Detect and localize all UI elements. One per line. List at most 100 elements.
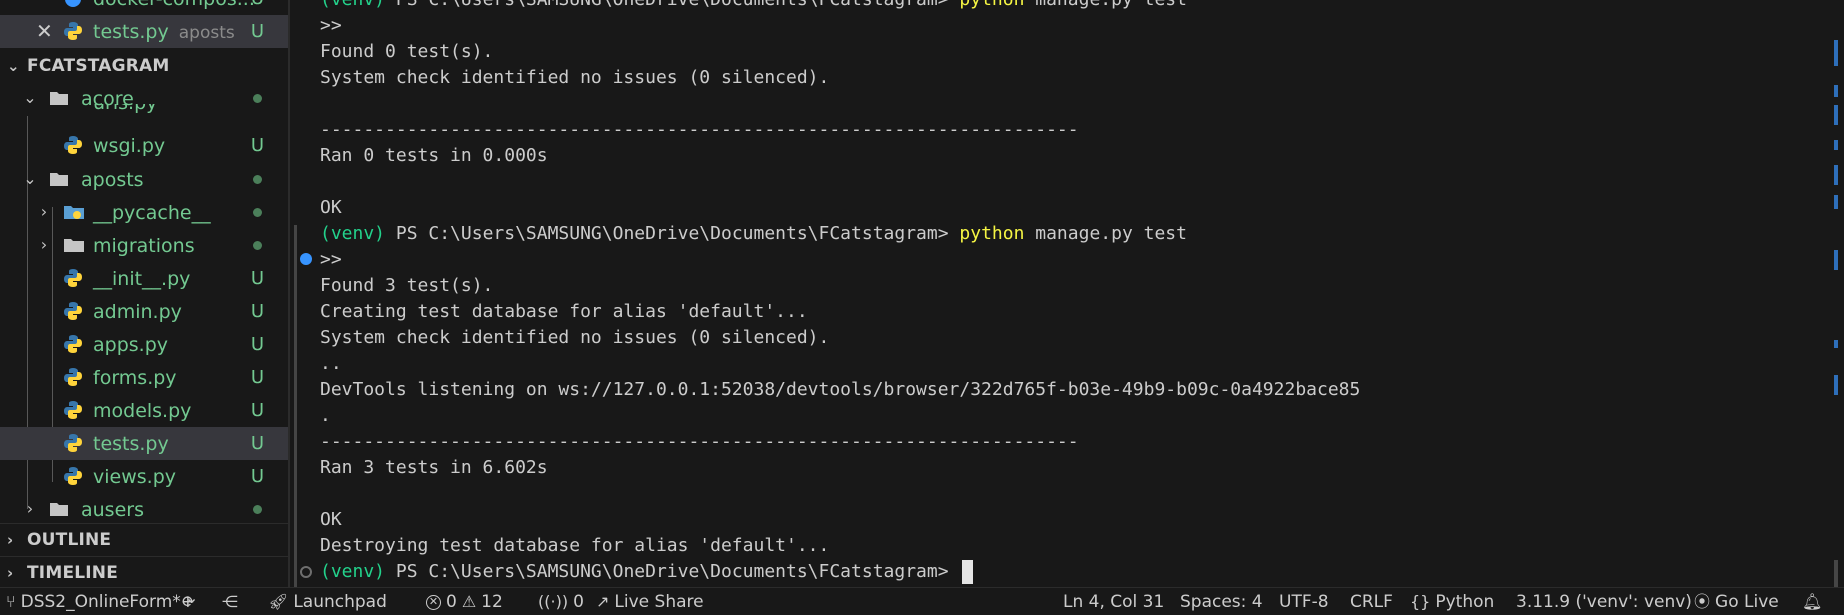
terminal-line: >> — [320, 15, 342, 36]
terminal-line: Found 3 test(s). — [320, 275, 494, 296]
branch-name: DSS2_OnlineForm*+ — [20, 592, 196, 612]
terminal-line: OK — [320, 197, 342, 218]
end-of-line[interactable]: CRLF — [1350, 588, 1393, 615]
problems-button[interactable]: ✕ 0 ⚠ 12 — [426, 588, 503, 615]
modified-dot — [253, 175, 262, 184]
folder-label: aposts — [81, 168, 144, 191]
sync-button[interactable]: ⟳ — [182, 588, 195, 615]
file-admin[interactable]: admin.py U — [0, 295, 288, 328]
python-interpreter[interactable]: 3.11.9 ('venv': venv) — [1516, 588, 1692, 615]
folder-label: __pycache__ — [93, 201, 211, 224]
chevron-right-icon: › — [7, 563, 14, 582]
go-live-button[interactable]: ⦿ Go Live — [1694, 588, 1779, 615]
terminal-scroll-indicator — [294, 225, 297, 587]
live-share-button[interactable]: ↗ Live Share — [596, 588, 704, 615]
open-editor-item-tests[interactable]: ✕ tests.py aposts U — [0, 15, 288, 48]
overview-ruler-mark — [1834, 340, 1838, 348]
git-status-untracked: U — [250, 400, 264, 421]
file-apps[interactable]: apps.py U — [0, 328, 288, 361]
file-wsgi[interactable]: wsgi.py U — [0, 129, 288, 162]
folder-icon — [48, 498, 70, 520]
timeline-section[interactable]: › TIMELINE — [0, 556, 288, 587]
notifications-button[interactable]: 🔔︎ — [1802, 588, 1822, 615]
overview-ruler-mark — [1834, 85, 1838, 97]
python-file-icon — [62, 333, 84, 355]
terminal-line: Creating test database for alias 'defaul… — [320, 301, 808, 322]
folder-pycache[interactable]: › __pycache__ — [0, 196, 288, 229]
section-title: OUTLINE — [27, 529, 112, 550]
terminal-line: . — [320, 405, 331, 426]
python-file-icon — [62, 20, 84, 42]
branch-status[interactable]: ⑂ DSS2_OnlineForm*+ — [6, 588, 195, 615]
overview-ruler-mark — [1834, 140, 1838, 150]
terminal-line: ----------------------------------------… — [320, 431, 1079, 452]
file-label: tests.py — [93, 432, 169, 455]
file-models[interactable]: models.py U — [0, 394, 288, 427]
folder-icon — [62, 201, 84, 223]
open-editor-item[interactable]: docker-compos... U — [0, 0, 288, 15]
project-title: FCATSTAGRAM — [27, 55, 170, 76]
terminal-line: Found 0 test(s). — [320, 41, 494, 62]
chevron-right-icon: › — [7, 530, 14, 549]
project-header[interactable]: ⌄ FCATSTAGRAM — [0, 49, 288, 82]
file-views[interactable]: views.py U — [0, 460, 288, 493]
git-status-untracked: U — [250, 301, 264, 322]
command-decoration-icon[interactable] — [300, 566, 312, 578]
open-editor-label: tests.py aposts — [93, 20, 235, 43]
terminal-line: Ran 3 tests in 6.602s — [320, 457, 548, 478]
close-icon[interactable]: ✕ — [36, 21, 53, 41]
folder-icon — [62, 234, 84, 256]
file-init[interactable]: __init__.py U — [0, 262, 288, 295]
file-forms[interactable]: forms.py U — [0, 361, 288, 394]
launchpad-button[interactable]: 🚀︎ Launchpad — [268, 588, 387, 615]
file-label: urls.py — [93, 104, 157, 114]
chevron-right-icon: › — [26, 499, 34, 518]
git-graph-button[interactable]: ⋲ — [222, 588, 238, 615]
error-count: 0 — [446, 592, 457, 612]
python-file-icon — [62, 366, 84, 388]
cursor-position[interactable]: Ln 4, Col 31 — [1063, 588, 1164, 615]
ports-button[interactable]: ((·)) 0 — [538, 588, 584, 615]
encoding[interactable]: UTF-8 — [1279, 588, 1329, 615]
outline-section[interactable]: › OUTLINE — [0, 523, 288, 556]
python-file-icon — [62, 399, 84, 421]
git-status-untracked: U — [250, 334, 264, 355]
git-status-untracked: U — [251, 0, 264, 9]
terminal-cursor — [962, 560, 974, 584]
source-control-icon: ⑂ — [6, 592, 16, 611]
python-file-icon — [62, 300, 84, 322]
open-editor-folder: aposts — [178, 22, 235, 43]
folder-aposts[interactable]: ⌄ aposts — [0, 163, 288, 196]
folder-open-icon — [48, 168, 70, 190]
overview-ruler-mark — [1834, 375, 1838, 395]
indentation[interactable]: Spaces: 4 — [1180, 588, 1263, 615]
git-status-untracked: U — [250, 433, 264, 454]
overview-ruler-mark — [1834, 560, 1838, 587]
go-live-icon: ⦿ — [1694, 592, 1711, 611]
terminal-panel[interactable]: (venv) PS C:\Users\SAMSUNG\OneDrive\Docu… — [290, 0, 1844, 587]
python-file-icon — [62, 267, 84, 289]
file-tests[interactable]: tests.py U — [0, 427, 288, 460]
braces-icon: {} — [1410, 592, 1431, 611]
sync-icon: ⟳ — [182, 592, 196, 611]
live-share-label: Live Share — [614, 592, 704, 612]
terminal-line: Ran 0 tests in 0.000s — [320, 145, 548, 166]
file-urls[interactable]: urls.py — [0, 104, 288, 120]
broadcast-icon: ((·)) — [538, 592, 569, 611]
explorer-sidebar: docker-compos... U ✕ tests.pyaposts U ⌄ … — [0, 0, 288, 587]
folder-ausers[interactable]: › ausers — [0, 493, 288, 526]
folder-migrations[interactable]: › migrations — [0, 229, 288, 262]
terminal-current-prompt[interactable]: (venv) PS C:\Users\SAMSUNG\OneDrive\Docu… — [320, 559, 974, 585]
git-status-untracked: U — [250, 268, 264, 289]
modified-dot — [253, 94, 262, 103]
terminal-line: OK — [320, 509, 342, 530]
file-label: models.py — [93, 399, 192, 422]
terminal-line: .. — [320, 353, 342, 374]
command-decoration-icon[interactable] — [300, 253, 312, 265]
error-icon: ✕ — [426, 594, 441, 610]
terminal-line: Destroying test database for alias 'defa… — [320, 535, 830, 556]
section-title: TIMELINE — [27, 562, 119, 583]
git-status-untracked: U — [250, 367, 264, 388]
chevron-down-icon: ⌄ — [7, 56, 20, 75]
language-mode[interactable]: {} Python — [1410, 588, 1494, 615]
